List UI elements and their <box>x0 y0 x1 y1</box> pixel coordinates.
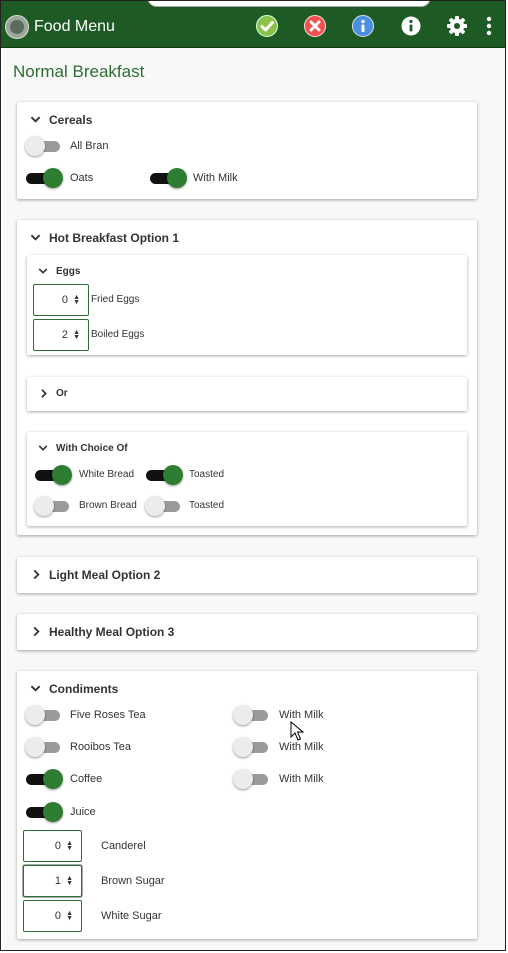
cancel-icon[interactable] <box>304 15 326 37</box>
chevron-down-icon[interactable] <box>30 232 41 243</box>
canderel-stepper[interactable]: 0 ▲ ▼ <box>23 830 82 862</box>
spin-arrows-icon[interactable]: ▲ ▼ <box>66 910 73 922</box>
white-sugar-stepper[interactable]: 0 ▲ ▼ <box>23 900 82 932</box>
white-sugar-value: 0 <box>54 910 61 922</box>
white-bread-toggle[interactable] <box>34 464 72 486</box>
chevron-right-icon[interactable] <box>31 626 42 637</box>
five-roses-milk-label: With Milk <box>279 709 324 721</box>
chevron-right-icon[interactable] <box>39 388 49 399</box>
app-logo <box>5 15 29 39</box>
rooibos-milk-label: With Milk <box>279 741 324 753</box>
white-sugar-label: White Sugar <box>101 910 162 922</box>
with-choice-header[interactable]: With Choice Of <box>56 443 128 454</box>
cereals-header[interactable]: Cereals <box>49 113 92 127</box>
eggs-header[interactable]: Eggs <box>56 266 80 277</box>
five-roses-label: Five Roses Tea <box>70 709 146 721</box>
chevron-down-icon[interactable] <box>30 114 41 125</box>
juice-label: Juice <box>70 806 96 818</box>
juice-toggle[interactable] <box>25 801 63 823</box>
or-card: Or <box>27 377 467 411</box>
brown-toasted-toggle[interactable] <box>145 495 181 517</box>
content-area: Normal Breakfast Cereals All Bran Oats W… <box>3 48 505 950</box>
canderel-label: Canderel <box>101 840 146 852</box>
brown-toasted-label: Toasted <box>189 500 225 511</box>
white-toasted-toggle[interactable] <box>145 464 183 486</box>
rooibos-toggle[interactable] <box>25 736 61 758</box>
chevron-down-icon[interactable] <box>38 443 48 453</box>
boiled-eggs-stepper[interactable]: 2 ▲ ▼ <box>33 319 89 351</box>
check-icon[interactable] <box>256 15 278 37</box>
status-notch <box>147 1 431 7</box>
light-meal-header[interactable]: Light Meal Option 2 <box>49 568 160 582</box>
spin-arrows-icon[interactable]: ▲ ▼ <box>73 294 80 306</box>
oats-toggle[interactable] <box>25 167 63 189</box>
hot-breakfast-header[interactable]: Hot Breakfast Option 1 <box>49 231 179 245</box>
brown-bread-label: Brown Bread <box>79 500 137 511</box>
oats-label: Oats <box>70 172 94 184</box>
coffee-label: Coffee <box>70 773 103 785</box>
chevron-down-icon[interactable] <box>30 683 41 694</box>
mouse-cursor-icon <box>290 721 304 741</box>
fried-eggs-label: Fried Eggs <box>91 294 140 305</box>
more-icon[interactable] <box>483 15 495 37</box>
boiled-eggs-value: 2 <box>61 329 68 341</box>
eggs-card: Eggs 0 ▲ ▼ Fried Eggs 2 ▲ ▼ Boiled Eggs <box>27 255 467 355</box>
info-outline-icon[interactable] <box>400 15 422 37</box>
fried-eggs-stepper[interactable]: 0 ▲ ▼ <box>33 284 89 316</box>
healthy-meal-card[interactable]: Healthy Meal Option 3 <box>17 614 477 650</box>
app-window: Food Menu Normal Breakfast Cereals All B… <box>0 0 506 951</box>
cereal-with-milk-label: With Milk <box>193 172 238 184</box>
all-bran-toggle[interactable] <box>25 135 61 157</box>
chevron-down-icon[interactable] <box>38 266 48 276</box>
rooibos-milk-toggle[interactable] <box>233 736 269 758</box>
healthy-meal-header[interactable]: Healthy Meal Option 3 <box>49 625 174 639</box>
condiments-header[interactable]: Condiments <box>49 682 118 696</box>
five-roses-milk-toggle[interactable] <box>233 704 269 726</box>
coffee-milk-label: With Milk <box>279 773 324 785</box>
page-title: Normal Breakfast <box>13 62 145 81</box>
brown-bread-toggle[interactable] <box>34 495 70 517</box>
gear-icon[interactable] <box>446 15 468 37</box>
all-bran-label: All Bran <box>70 140 109 152</box>
info-icon[interactable] <box>352 15 374 37</box>
canderel-value: 0 <box>54 840 61 852</box>
with-choice-card: With Choice Of White Bread Toasted Brown… <box>27 432 467 526</box>
chevron-right-icon[interactable] <box>31 569 42 580</box>
spin-arrows-icon[interactable]: ▲ ▼ <box>73 329 80 341</box>
coffee-toggle[interactable] <box>25 768 63 790</box>
brown-sugar-label: Brown Sugar <box>101 875 165 887</box>
cereals-card: Cereals All Bran Oats With Milk <box>17 102 477 199</box>
spin-arrows-icon[interactable]: ▲ ▼ <box>66 840 73 852</box>
brown-sugar-value: 1 <box>54 875 61 887</box>
rooibos-label: Rooibos Tea <box>70 741 131 753</box>
app-title: Food Menu <box>34 18 115 35</box>
brown-sugar-stepper[interactable]: 1 ▲ ▼ <box>23 865 82 897</box>
app-bar: Food Menu <box>1 1 505 48</box>
five-roses-toggle[interactable] <box>25 704 61 726</box>
hot-breakfast-card: Hot Breakfast Option 1 Eggs 0 ▲ ▼ Fried E… <box>17 220 477 535</box>
fried-eggs-value: 0 <box>61 294 68 306</box>
cereal-with-milk-toggle[interactable] <box>149 167 187 189</box>
boiled-eggs-label: Boiled Eggs <box>91 329 145 340</box>
light-meal-card[interactable]: Light Meal Option 2 <box>17 557 477 593</box>
or-header[interactable]: Or <box>56 388 68 399</box>
spin-arrows-icon[interactable]: ▲ ▼ <box>66 875 73 887</box>
white-bread-label: White Bread <box>79 469 135 480</box>
white-toasted-label: Toasted <box>189 469 225 480</box>
coffee-milk-toggle[interactable] <box>233 768 269 790</box>
condiments-card: Condiments Five Roses Tea With Milk Rooi… <box>17 671 477 939</box>
